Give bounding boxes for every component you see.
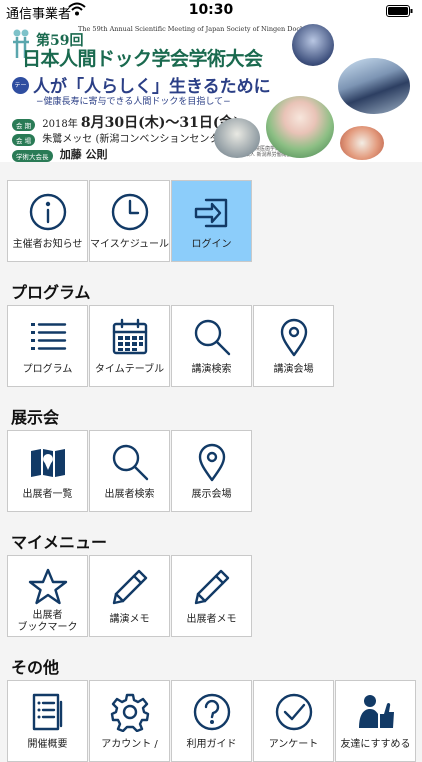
tile-label: 主催者お知らせ [12, 239, 83, 250]
clock-time: 10:30 [188, 2, 234, 18]
tile-label: 出展者メモ [186, 614, 237, 625]
tile-exhibitor-memo[interactable]: 出展者メモ [171, 555, 252, 637]
tile-label: 開催概要 [27, 739, 68, 750]
list-icon [31, 323, 67, 350]
search-icon [112, 444, 149, 481]
photo-train [338, 58, 410, 114]
tile-label: 友達にすすめる [340, 739, 411, 750]
tile-login[interactable]: ログイン [171, 180, 252, 262]
help-icon [193, 693, 231, 731]
venue-name: 朱鷺メッセ (新潟コンベンションセンター) [42, 134, 234, 145]
banner-chair: 学術大会長 加藤 公則 [12, 146, 108, 162]
tile-label: ログイン [191, 239, 232, 250]
banner-english-title: The 59th Annual Scientific Meeting of Ja… [78, 25, 304, 33]
tile-exhibit-venue[interactable]: 展示会場 [171, 430, 252, 512]
tile-exhibitor-bookmark[interactable]: 出展者 ブックマーク [7, 555, 88, 637]
tile-lecture-search[interactable]: 講演検索 [171, 305, 252, 387]
theme-badge: テーマ [12, 77, 29, 106]
tile-label: 出展者一覧 [22, 489, 73, 500]
tile-label: 講演メモ [109, 614, 150, 625]
star-icon [28, 568, 68, 605]
info-icon [29, 193, 67, 231]
tile-lecture-venue[interactable]: 講演会場 [253, 305, 334, 387]
tile-label: 出展者 ブックマーク [17, 610, 78, 633]
tile-exhibitor-list[interactable]: 出展者一覧 [7, 430, 88, 512]
photo-sushi [340, 126, 384, 160]
banner-period: 会 期 2018年 8月30日(木)〜31日(金) [12, 112, 240, 132]
venue-tag: 会 場 [12, 133, 36, 146]
calendar-icon [112, 318, 148, 355]
gear-icon [110, 693, 150, 732]
photo-building [292, 24, 334, 66]
tile-label: 利用ガイド [186, 739, 237, 750]
period-tag: 会 期 [12, 118, 36, 131]
tile-lecture-memo[interactable]: 講演メモ [89, 555, 170, 637]
chair-tag: 学術大会長 [12, 149, 53, 162]
photo-geisha [266, 96, 334, 158]
map-pin-icon [198, 443, 226, 482]
tile-label: マイスケジュール [90, 239, 169, 250]
pencil-icon [112, 569, 148, 605]
tile-label: 講演会場 [273, 364, 314, 375]
tile-label: アンケート [268, 739, 319, 750]
photo-bridge [214, 118, 260, 158]
section-title-program: プログラム [11, 283, 91, 302]
tile-label: 出展者検索 [104, 489, 155, 500]
document-icon [32, 693, 63, 731]
banner-title: 日本人間ドック学会学術大会 [22, 48, 263, 70]
period-year: 2018年 [42, 119, 78, 130]
tile-label: プログラム [22, 364, 73, 375]
map-pin-icon [280, 318, 308, 357]
event-banner: The 59th Annual Scientific Meeting of Ja… [0, 22, 422, 162]
tile-label: アカウント / [101, 739, 158, 750]
tile-organizer-news[interactable]: 主催者お知らせ [7, 180, 88, 262]
clock-icon [111, 193, 149, 231]
tile-exhibitor-search[interactable]: 出展者検索 [89, 430, 170, 512]
login-icon [194, 198, 228, 228]
tile-timetable[interactable]: タイムテーブル [89, 305, 170, 387]
battery-icon [386, 5, 413, 17]
map-book-icon [31, 449, 65, 477]
status-bar: 通信事業者 10:30 [0, 0, 422, 22]
check-icon [275, 693, 313, 731]
banner-subtheme: −健康長寿に寄与できる人間ドックを目指して− [36, 97, 231, 107]
tile-label: 展示会場 [191, 489, 232, 500]
thumbs-up-icon [359, 695, 394, 728]
chair-name: 加藤 公則 [59, 148, 108, 161]
pencil-icon [194, 569, 230, 605]
banner-venue: 会 場 朱鷺メッセ (新潟コンベンションセンター) [12, 130, 233, 146]
tile-label: タイムテーブル [94, 364, 165, 375]
section-title-mymenu: マイメニュー [11, 533, 108, 552]
tile-label: 講演検索 [191, 364, 232, 375]
section-title-other: その他 [11, 658, 60, 677]
search-icon [194, 319, 231, 356]
tile-my-schedule[interactable]: マイスケジュール [89, 180, 170, 262]
tile-program[interactable]: プログラム [7, 305, 88, 387]
section-title-exhibit: 展示会 [11, 408, 60, 427]
